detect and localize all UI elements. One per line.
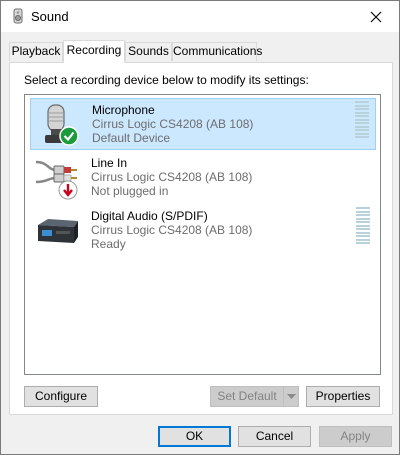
level-meter bbox=[355, 101, 369, 147]
default-check-icon bbox=[59, 126, 79, 146]
sound-dialog: Sound Playback Recording Sounds Communic… bbox=[0, 0, 400, 455]
tab-communications[interactable]: Communications bbox=[172, 42, 262, 61]
properties-button[interactable]: Properties bbox=[306, 386, 380, 407]
cancel-button[interactable]: Cancel bbox=[238, 426, 311, 447]
instruction-text: Select a recording device below to modif… bbox=[24, 73, 309, 87]
device-list[interactable]: Microphone Cirrus Logic CS4208 (AB 108) … bbox=[24, 94, 381, 375]
set-default-dropdown bbox=[283, 386, 299, 407]
tab-sounds[interactable]: Sounds bbox=[125, 42, 172, 61]
device-driver: Cirrus Logic CS4208 (AB 108) bbox=[92, 117, 254, 131]
device-name: Microphone bbox=[92, 103, 155, 117]
digital-audio-box-icon bbox=[38, 219, 78, 243]
device-status: Ready bbox=[91, 237, 126, 251]
level-meter bbox=[356, 207, 370, 253]
speaker-icon bbox=[13, 8, 23, 24]
apply-button: Apply bbox=[319, 426, 392, 447]
device-driver: Cirrus Logic CS4208 (AB 108) bbox=[91, 223, 253, 237]
chevron-down-icon bbox=[286, 394, 296, 399]
device-line-in[interactable]: Line In Cirrus Logic CS4208 (AB 108) Not… bbox=[30, 152, 376, 204]
unplugged-arrow-icon bbox=[58, 180, 78, 200]
device-driver: Cirrus Logic CS4208 (AB 108) bbox=[91, 170, 253, 184]
tab-recording[interactable]: Recording bbox=[63, 40, 125, 63]
microphone-icon bbox=[45, 104, 79, 146]
device-name: Digital Audio (S/PDIF) bbox=[91, 209, 208, 223]
line-in-cable-icon bbox=[35, 160, 78, 200]
title-bar[interactable]: Sound bbox=[1, 1, 399, 32]
configure-button[interactable]: Configure bbox=[24, 386, 98, 407]
device-status: Not plugged in bbox=[91, 184, 169, 198]
recording-panel: Select a recording device below to modif… bbox=[9, 62, 393, 415]
device-name: Line In bbox=[91, 156, 128, 170]
device-status: Default Device bbox=[92, 131, 171, 145]
device-microphone[interactable]: Microphone Cirrus Logic CS4208 (AB 108) … bbox=[30, 98, 376, 150]
device-digital-audio[interactable]: Digital Audio (S/PDIF) Cirrus Logic CS42… bbox=[30, 205, 376, 257]
ok-button[interactable]: OK bbox=[158, 426, 231, 447]
window-title: Sound bbox=[31, 9, 69, 24]
close-button[interactable] bbox=[353, 1, 399, 32]
tab-playback[interactable]: Playback bbox=[9, 42, 63, 61]
close-icon bbox=[370, 11, 382, 22]
set-default-button: Set Default bbox=[210, 386, 284, 407]
